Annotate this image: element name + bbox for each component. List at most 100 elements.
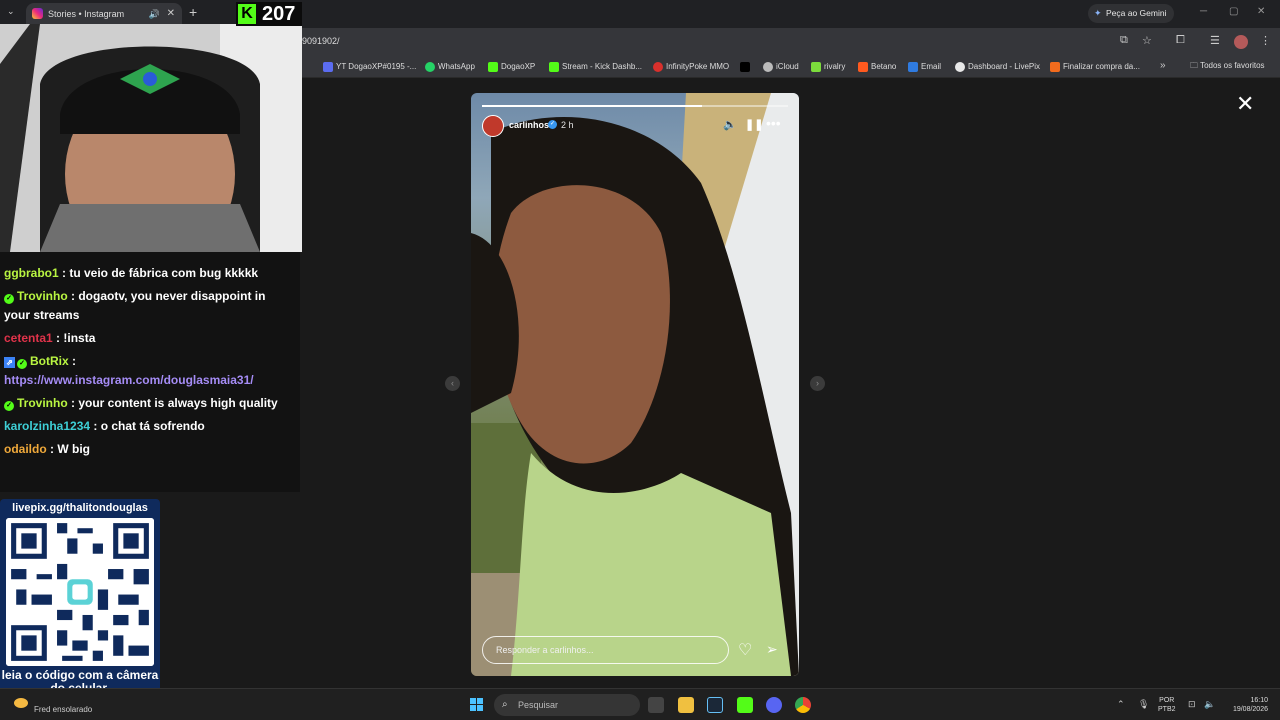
chat-text: !insta [63, 331, 96, 345]
steam-icon[interactable] [707, 697, 723, 713]
bookmark-item[interactable]: Dashboard - LivePix [955, 60, 1040, 74]
gemini-label: Peça ao Gemini [1106, 8, 1167, 18]
story-progress-bar [482, 105, 788, 107]
qr-code [6, 518, 154, 666]
bookmark-label: YT DogaoXP#0195 -... [336, 62, 417, 71]
browser-menu-icon[interactable]: ⋮ [1260, 34, 1271, 47]
minimize-icon[interactable]: ─ [1200, 6, 1207, 17]
bookmark-item[interactable]: Finalizar compra da... [1050, 60, 1140, 74]
bookmark-item[interactable]: InfinityPoke MMO [653, 60, 729, 74]
chat-message: ⇗ ✓ BotRix : https://www.instagram.com/doug… [4, 354, 254, 387]
bookmark-favicon-icon [425, 62, 435, 72]
chat-message: karolzinha1234 : o chat tá sofrendo [4, 419, 205, 433]
speaker-icon[interactable]: 🔈 [723, 118, 737, 131]
chat-text: W big [57, 442, 90, 456]
kick-app-icon[interactable] [737, 697, 753, 713]
bookmark-label: rivalry [824, 62, 846, 71]
address-bar-url[interactable]: 9091902/ [302, 36, 340, 46]
x-logo-icon [740, 62, 750, 72]
all-bookmarks-label: Todos os favoritos [1200, 61, 1265, 70]
windows-start-icon[interactable] [470, 698, 484, 712]
reply-input[interactable] [482, 636, 729, 664]
story-video-frame [471, 93, 799, 676]
bookmark-star-icon[interactable]: ☆ [1142, 34, 1152, 47]
windows-taskbar: Fred ensolarado ⌕ Pesquisar ⌃ 🎙 POR PTB2… [0, 688, 1280, 720]
story-card[interactable]: carlinhos ✓ 2 h 🔈 ❚❚ ••• ♡ ➢ [471, 93, 799, 676]
verified-badge-icon: ✓ [548, 120, 557, 129]
bookmark-item[interactable]: rivalry [811, 60, 845, 74]
weather-icon[interactable] [14, 698, 28, 708]
bookmark-item[interactable]: Stream - Kick Dashb... [549, 60, 642, 74]
bookmark-item[interactable]: Betano [858, 60, 896, 74]
heart-icon[interactable]: ♡ [738, 640, 752, 660]
tray-overflow-icon[interactable]: ⌃ [1117, 699, 1125, 710]
bookmark-item[interactable]: Email [908, 60, 941, 74]
media-controls-icon[interactable]: ☰ [1210, 34, 1220, 47]
weather-text[interactable]: Fred ensolarado [34, 705, 92, 714]
task-view-icon[interactable] [648, 697, 664, 713]
maximize-icon[interactable]: ▢ [1229, 6, 1238, 17]
network-icon[interactable]: ⊡ [1188, 699, 1196, 710]
microphone-icon[interactable]: 🎙 [1138, 699, 1149, 710]
all-bookmarks-folder[interactable]: 🗀 Todos os favoritos [1190, 60, 1265, 74]
verified-bot-badge-icon: ✓ [17, 359, 27, 369]
bookmark-item[interactable]: iCloud [763, 60, 799, 74]
volume-icon[interactable]: 🔈 [1204, 699, 1215, 710]
tab-audio-icon[interactable]: 🔊 [149, 3, 160, 25]
previous-story-icon[interactable]: ‹ [445, 376, 460, 391]
avatar[interactable] [482, 115, 504, 137]
subscriber-badge-icon: ✓ [4, 294, 14, 304]
ask-gemini-button[interactable]: ✦ Peça ao Gemini [1088, 4, 1175, 23]
chat-username: cetenta1 [4, 331, 53, 345]
file-explorer-icon[interactable] [678, 697, 694, 713]
chat-text: your content is always high quality [78, 396, 278, 410]
stream-chat: ggbrabo1 : tu veio de fábrica com bug kk… [0, 252, 300, 492]
chat-link[interactable]: https://www.instagram.com/douglasmaia31/ [4, 373, 254, 387]
bookmark-label: Email [921, 62, 942, 71]
bookmark-label: InfinityPoke MMO [666, 62, 730, 71]
streamer-webcam-image [0, 24, 302, 252]
chat-message: ✓ Trovinho : your content is always high … [4, 394, 294, 413]
input-language[interactable]: POR PTB2 [1158, 696, 1176, 714]
bookmark-favicon-icon [323, 62, 333, 72]
close-icon[interactable]: ✕ [1236, 93, 1254, 115]
more-icon[interactable]: ••• [766, 115, 781, 131]
tab-title: Stories • Instagram [48, 9, 125, 19]
clock-date: 19/08/2026 [1232, 706, 1268, 713]
search-icon: ⌕ [502, 699, 508, 710]
profile-avatar[interactable] [1234, 35, 1248, 49]
bookmarks-overflow-button[interactable]: » [1160, 60, 1166, 71]
window-close-icon[interactable]: ✕ [1257, 6, 1265, 17]
send-icon[interactable]: ➢ [766, 641, 778, 658]
discord-icon[interactable] [766, 697, 782, 713]
livepix-url: livepix.gg/thalitondouglas [12, 502, 148, 514]
story-username[interactable]: carlinhos [509, 120, 549, 130]
chat-username: Trovinho [17, 289, 68, 303]
bookmark-label: DogaoXP [501, 62, 536, 71]
bookmark-item[interactable]: WhatsApp [425, 60, 475, 74]
extensions-icon[interactable]: ⧠ [1176, 34, 1185, 47]
bookmark-item[interactable]: X [740, 60, 752, 74]
system-clock[interactable]: 16:10 19/08/2026 [1226, 696, 1268, 714]
tab-search-chevron-icon[interactable]: ⌄ [7, 6, 15, 17]
new-tab-button[interactable]: + [189, 4, 197, 20]
tab-close-icon[interactable]: ✕ [167, 3, 175, 25]
next-story-icon[interactable]: › [810, 376, 825, 391]
bookmark-label: Finalizar compra da... [1063, 62, 1140, 71]
pause-icon[interactable]: ❚❚ [745, 118, 763, 131]
cast-icon[interactable]: ⧉ [1120, 34, 1128, 47]
tab-instagram-stories[interactable]: Stories • Instagram 🔊 ✕ [26, 3, 182, 25]
bookmark-item[interactable]: DogaoXP [488, 60, 535, 74]
chrome-icon[interactable] [795, 697, 811, 713]
bookmark-favicon-icon [653, 62, 663, 72]
taskbar-search[interactable]: ⌕ Pesquisar [494, 694, 640, 716]
chat-username: Trovinho [17, 396, 68, 410]
bookmark-item[interactable]: YT DogaoXP#0195 -... [323, 60, 416, 74]
bot-badge-icon: ⇗ [4, 357, 15, 368]
subscriber-badge-icon: ✓ [4, 401, 14, 411]
keyboard-layout: PTB2 [1158, 706, 1176, 713]
story-timestamp: 2 h [561, 120, 574, 130]
chat-username: ggbrabo1 [4, 266, 59, 280]
bookmark-favicon-icon [488, 62, 498, 72]
bookmark-favicon-icon [811, 62, 821, 72]
